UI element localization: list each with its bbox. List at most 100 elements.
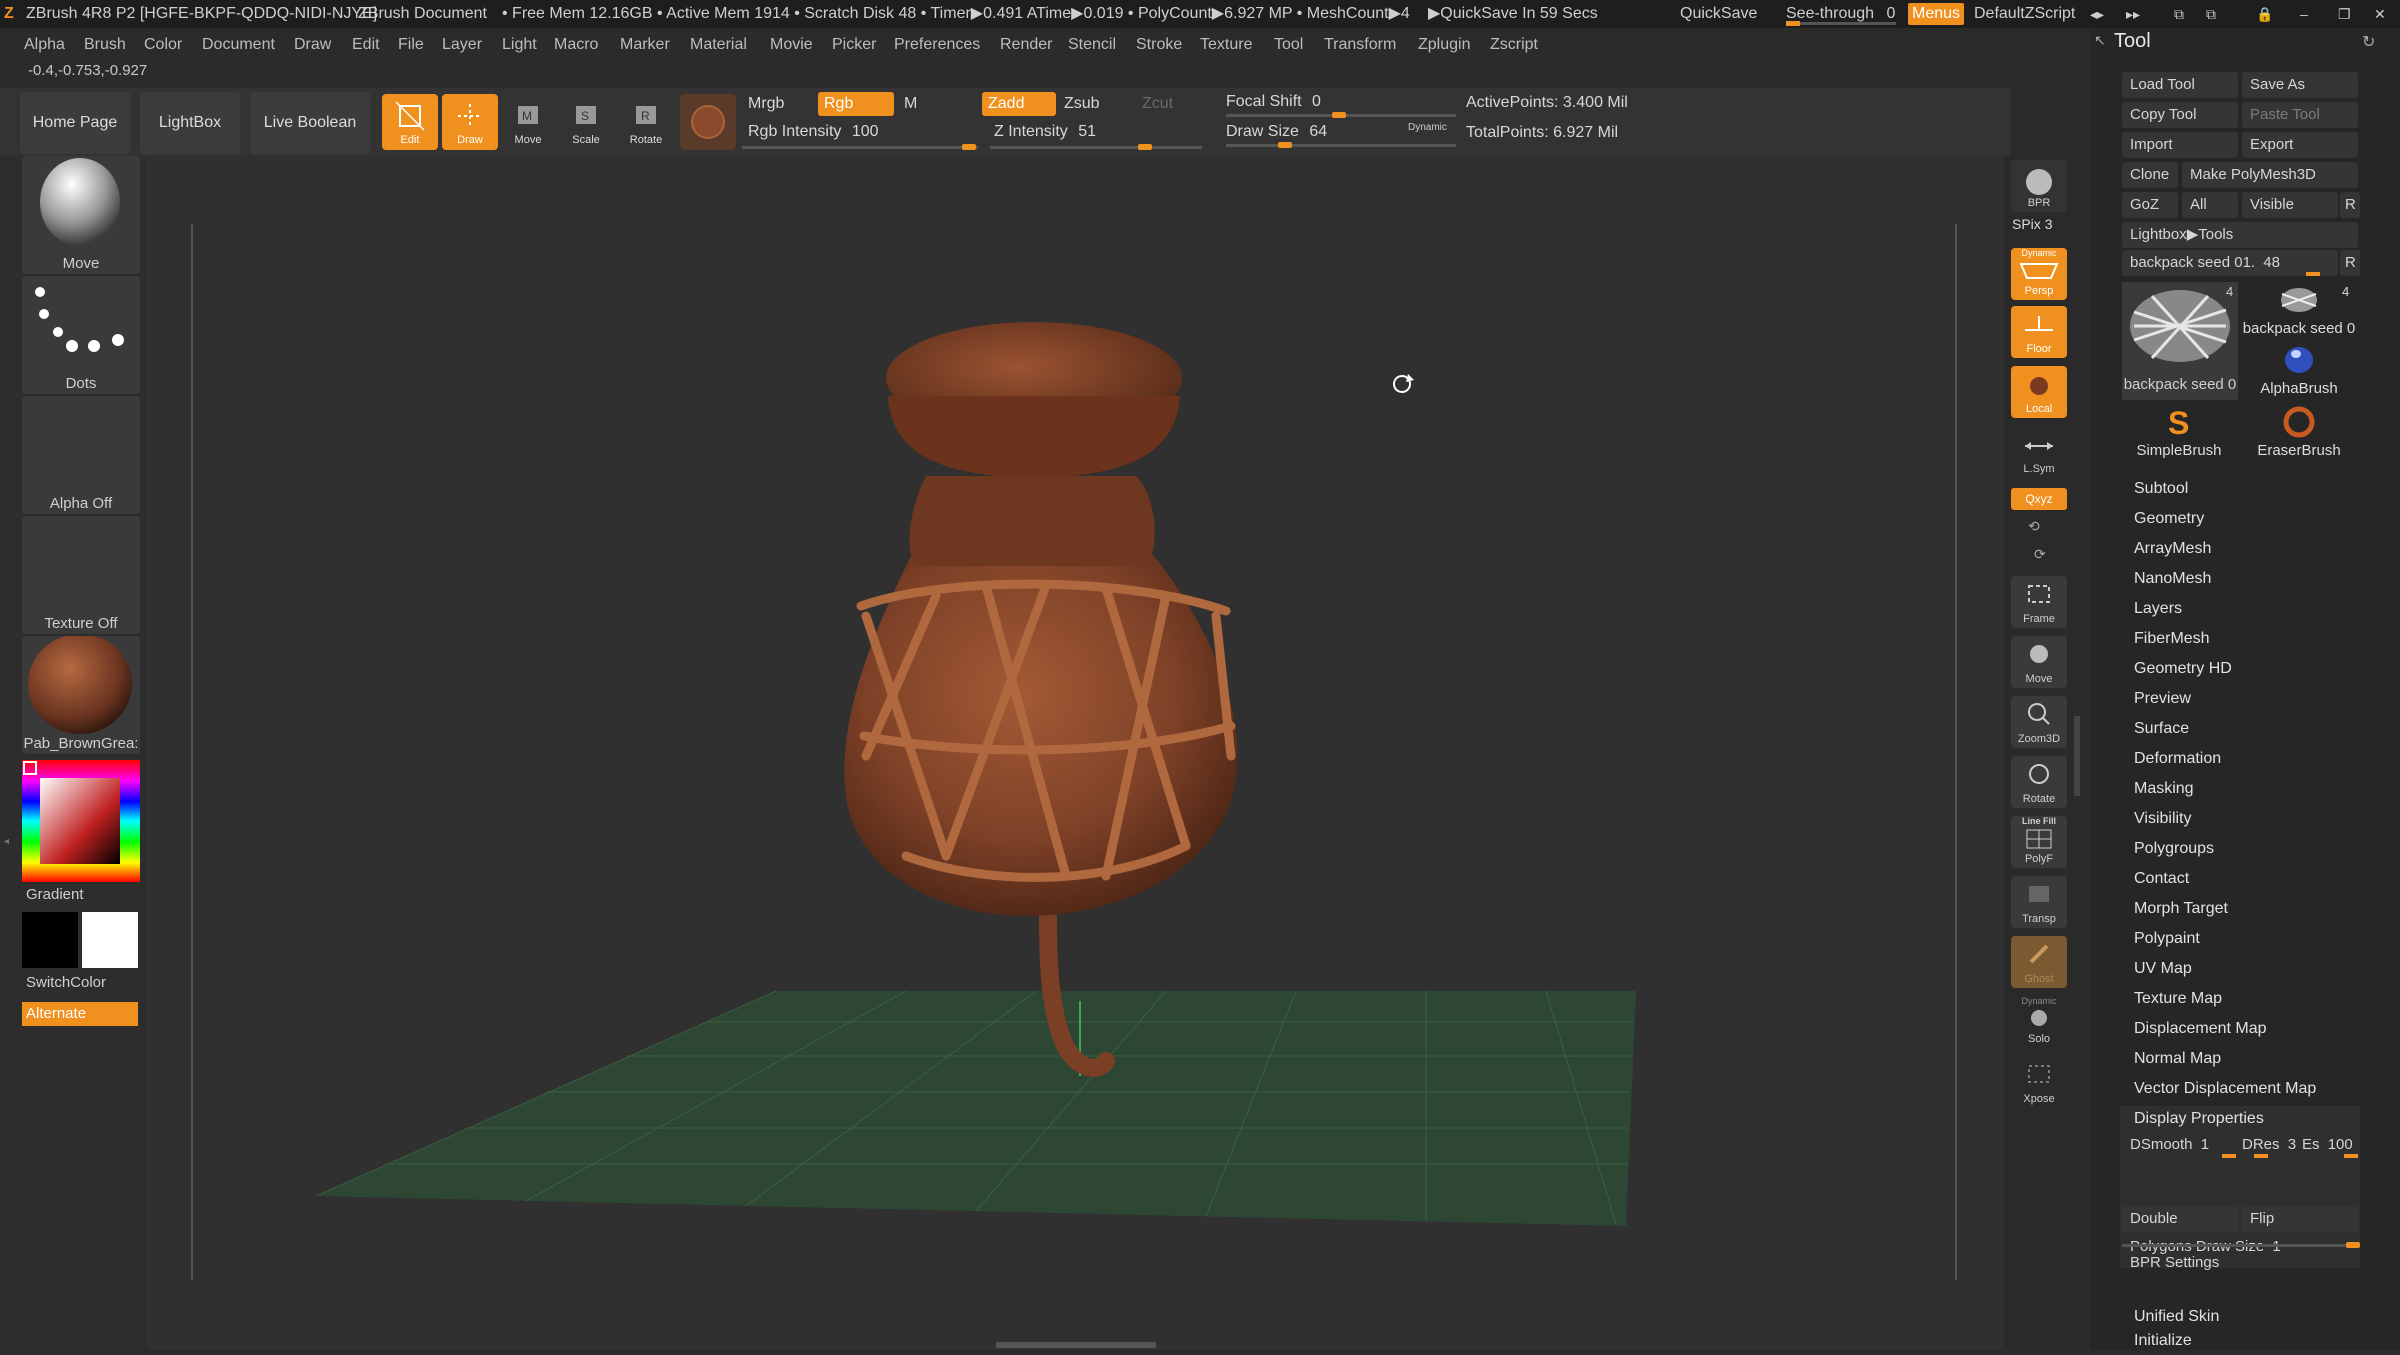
section-surface[interactable]: Surface bbox=[2134, 720, 2189, 738]
menu-macro[interactable]: Macro bbox=[554, 30, 598, 60]
persp-button[interactable]: Dynamic Persp bbox=[2011, 248, 2067, 300]
dres-knob[interactable] bbox=[2254, 1154, 2268, 1158]
material-swatch-button[interactable] bbox=[680, 94, 736, 150]
alpha-picker[interactable]: Alpha Off bbox=[22, 396, 140, 514]
menu-light[interactable]: Light bbox=[502, 30, 537, 60]
xyz-toggle[interactable]: Qxyz bbox=[2011, 488, 2067, 510]
scale-mode-button[interactable]: S Scale bbox=[558, 94, 614, 150]
rgb-intensity-knob[interactable] bbox=[962, 144, 976, 150]
mrgb-toggle[interactable]: Mrgb bbox=[742, 92, 812, 116]
left-collapse-icon[interactable]: ◂ bbox=[4, 836, 10, 860]
draw-mode-button[interactable]: Draw bbox=[442, 94, 498, 150]
move-view-button[interactable]: Move bbox=[2011, 636, 2067, 688]
tool-palette-title[interactable]: Tool bbox=[2114, 30, 2151, 53]
dsmooth-knob[interactable] bbox=[2222, 1154, 2236, 1158]
zsub-toggle[interactable]: Zsub bbox=[1058, 92, 1132, 116]
goz-visible-button[interactable]: Visible bbox=[2242, 192, 2338, 218]
material-picker[interactable]: Pab_BrownGrea: bbox=[22, 636, 140, 754]
draw-size-knob[interactable] bbox=[1278, 142, 1292, 148]
section-subtool[interactable]: Subtool bbox=[2134, 480, 2188, 498]
flip-button[interactable]: Flip bbox=[2242, 1206, 2358, 1232]
lightbox-tools-button[interactable]: Lightbox▶Tools bbox=[2122, 222, 2358, 248]
section-contact[interactable]: Contact bbox=[2134, 870, 2189, 888]
tool-thumb-simplebrush[interactable]: S SimpleBrush bbox=[2122, 404, 2236, 462]
rotate-y-icon[interactable]: ⟲ bbox=[2028, 518, 2040, 535]
menu-transform[interactable]: Transform bbox=[1324, 30, 1396, 60]
tool-thumb-backpack-small[interactable]: 4 backpack seed 0 bbox=[2242, 282, 2356, 340]
document-menu[interactable]: ZBrush Document bbox=[358, 0, 487, 28]
menu-tool[interactable]: Tool bbox=[1274, 30, 1303, 60]
rotate-z-icon[interactable]: ⟳ bbox=[2034, 546, 2046, 563]
bpr-button[interactable]: BPR bbox=[2011, 160, 2067, 212]
section-arraymesh[interactable]: ArrayMesh bbox=[2134, 540, 2211, 558]
close-icon[interactable]: ✕ bbox=[2374, 0, 2386, 28]
polygons-draw-size-knob[interactable] bbox=[2346, 1242, 2360, 1248]
restore-icon[interactable]: ❐ bbox=[2338, 0, 2351, 28]
dynamic-toggle[interactable]: Dynamic bbox=[1408, 122, 1447, 133]
move-mode-button[interactable]: M Move bbox=[500, 94, 556, 150]
see-through-knob[interactable] bbox=[1786, 21, 1800, 26]
frame-button[interactable]: Frame bbox=[2011, 576, 2067, 628]
brush-picker[interactable]: Move bbox=[22, 156, 140, 274]
section-polygroups[interactable]: Polygroups bbox=[2134, 840, 2214, 858]
menu-picker[interactable]: Picker bbox=[832, 30, 876, 60]
copy-tool-button[interactable]: Copy Tool bbox=[2122, 102, 2238, 128]
polyf-button[interactable]: Line Fill PolyF bbox=[2011, 816, 2067, 868]
menu-render[interactable]: Render bbox=[1000, 30, 1052, 60]
save-as-button[interactable]: Save As bbox=[2242, 72, 2358, 98]
import-button[interactable]: Import bbox=[2122, 132, 2238, 158]
live-boolean-button[interactable]: Live Boolean bbox=[250, 92, 370, 154]
lsym-button[interactable]: L.Sym bbox=[2011, 426, 2067, 478]
zoom3d-button[interactable]: Zoom3D bbox=[2011, 696, 2067, 748]
es-knob[interactable] bbox=[2344, 1154, 2358, 1158]
paste-tool-button[interactable]: Paste Tool bbox=[2242, 102, 2358, 128]
section-morph-target[interactable]: Morph Target bbox=[2134, 900, 2228, 918]
menus-toggle[interactable]: Menus bbox=[1908, 3, 1965, 25]
load-tool-button[interactable]: Load Tool bbox=[2122, 72, 2238, 98]
solo-button[interactable]: Dynamic Solo bbox=[2011, 996, 2067, 1048]
tool-thumb-alphabrush[interactable]: AlphaBrush bbox=[2242, 342, 2356, 400]
alternate-button[interactable]: Alternate bbox=[22, 1002, 138, 1026]
menu-movie[interactable]: Movie bbox=[770, 30, 813, 60]
menu-material[interactable]: Material bbox=[690, 30, 747, 60]
current-tool-r-button[interactable]: R bbox=[2340, 250, 2360, 276]
menu-preferences[interactable]: Preferences bbox=[894, 30, 980, 60]
window-icon[interactable]: ⧉ bbox=[2174, 0, 2184, 28]
section-nanomesh[interactable]: NanoMesh bbox=[2134, 570, 2211, 588]
goz-all-button[interactable]: All bbox=[2182, 192, 2238, 218]
section-geometry-hd[interactable]: Geometry HD bbox=[2134, 660, 2232, 678]
stroke-picker[interactable]: Dots bbox=[22, 276, 140, 394]
right-divider-handle[interactable] bbox=[2074, 716, 2080, 796]
focal-shift-knob[interactable] bbox=[1332, 112, 1346, 118]
section-masking[interactable]: Masking bbox=[2134, 780, 2194, 798]
section-deformation[interactable]: Deformation bbox=[2134, 750, 2221, 768]
make-polymesh-button[interactable]: Make PolyMesh3D bbox=[2182, 162, 2358, 188]
floor-button[interactable]: Floor bbox=[2011, 306, 2067, 358]
lightbox-button[interactable]: LightBox bbox=[140, 92, 240, 154]
rotate-view-button[interactable]: Rotate bbox=[2011, 756, 2067, 808]
layout-icon-2[interactable]: ▸▸ bbox=[2126, 0, 2140, 28]
menu-marker[interactable]: Marker bbox=[620, 30, 670, 60]
palette-pin-icon[interactable]: ↖ bbox=[2094, 32, 2106, 49]
layout-icon[interactable]: ◂▸ bbox=[2090, 0, 2104, 28]
menu-document[interactable]: Document bbox=[202, 30, 275, 60]
bottom-tray-handle[interactable] bbox=[996, 1342, 1156, 1348]
section-unified-skin[interactable]: Unified Skin bbox=[2134, 1308, 2219, 1326]
color-picker[interactable] bbox=[22, 760, 140, 882]
zcut-toggle[interactable]: Zcut bbox=[1136, 92, 1196, 116]
double-button[interactable]: Double bbox=[2122, 1206, 2238, 1232]
section-initialize[interactable]: Initialize bbox=[2134, 1332, 2192, 1350]
zadd-toggle[interactable]: Zadd bbox=[982, 92, 1056, 116]
focal-shift-slider[interactable]: Focal Shift 0 bbox=[1220, 90, 1450, 114]
section-vector-displacement-map[interactable]: Vector Displacement Map bbox=[2134, 1080, 2316, 1098]
export-button[interactable]: Export bbox=[2242, 132, 2358, 158]
xpose-button[interactable]: Xpose bbox=[2011, 1056, 2067, 1108]
edit-mode-button[interactable]: Edit bbox=[382, 94, 438, 150]
ghost-button[interactable]: Ghost bbox=[2011, 936, 2067, 988]
menu-stencil[interactable]: Stencil bbox=[1068, 30, 1116, 60]
secondary-color-swatch[interactable] bbox=[22, 912, 78, 968]
gradient-label[interactable]: Gradient bbox=[26, 886, 84, 903]
tool-thumb-backpack-large[interactable]: 4 backpack seed 0 bbox=[2122, 282, 2238, 400]
dres-slider[interactable]: DRes 3 bbox=[2242, 1132, 2300, 1158]
minimize-icon[interactable]: – bbox=[2300, 0, 2308, 28]
